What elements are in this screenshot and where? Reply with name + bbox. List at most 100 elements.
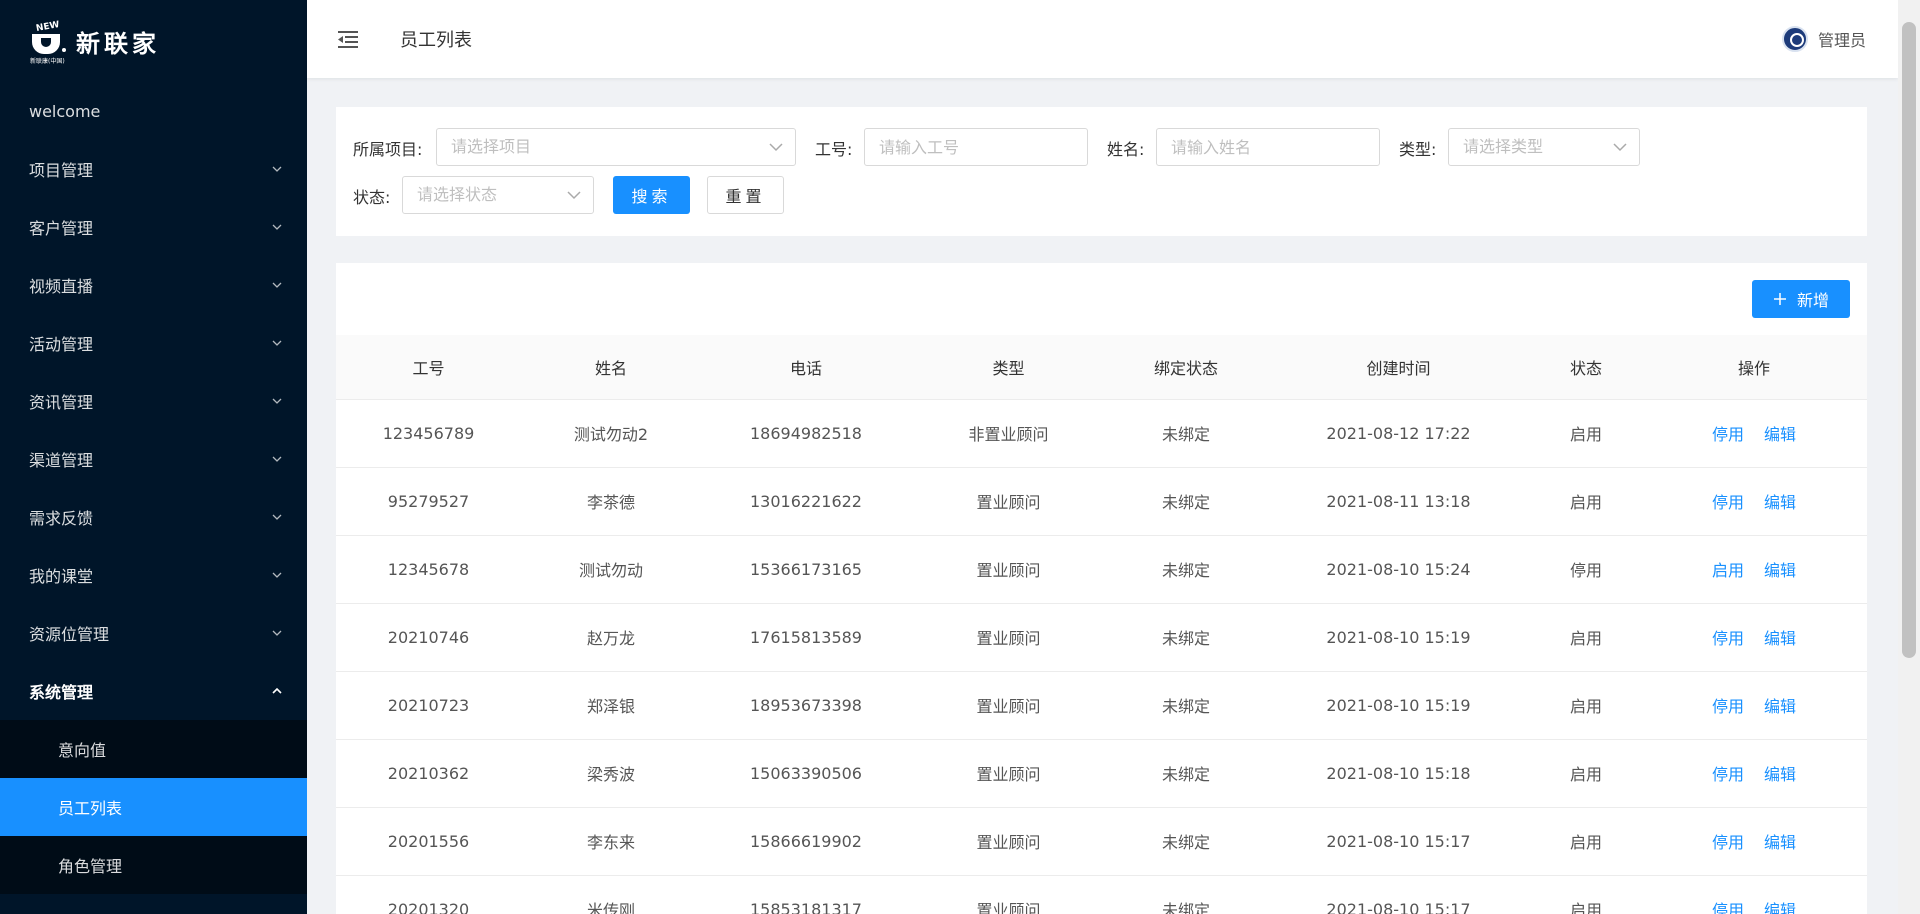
submenu-item-0[interactable]: 意向值 — [0, 720, 307, 778]
chevron-down-icon — [567, 190, 581, 200]
toggle-status-link[interactable]: 启用 — [1712, 561, 1744, 580]
cell-id: 123456789 — [336, 399, 521, 468]
edit-link[interactable]: 编辑 — [1764, 425, 1796, 444]
column-header: 操作 — [1641, 335, 1867, 400]
menu-fold-icon[interactable] — [336, 27, 360, 51]
cell-created: 2021-08-10 15:18 — [1266, 739, 1531, 808]
sidebar: NEW 新联康(中国) 新联家 welcome 项目管理客户管理 视频直播活动管理资… — [0, 0, 307, 914]
sidebar-item-3[interactable]: 视频直播 — [0, 256, 307, 314]
search-button[interactable]: 搜索 — [613, 176, 690, 214]
scrollbar[interactable] — [1898, 0, 1920, 914]
sidebar-item-system[interactable]: 系统管理 — [0, 662, 307, 720]
cell-phone: 18953673398 — [701, 671, 911, 740]
project-select[interactable]: 请选择项目 — [436, 128, 796, 166]
cell-status: 启用 — [1531, 467, 1641, 536]
table-row: 20201320 米传刚 15853181317 置业顾问 未绑定 2021-08-10 … — [336, 875, 1867, 914]
edit-link[interactable]: 编辑 — [1764, 765, 1796, 784]
submenu-item-2[interactable]: 角色管理 — [0, 836, 307, 894]
cell-name: 测试勿动 — [521, 535, 701, 604]
status-placeholder: 请选择状态 — [417, 185, 498, 204]
sidebar-item-5[interactable]: 资讯管理 — [0, 372, 307, 430]
sidebar-item-9[interactable]: 资源位管理 — [0, 604, 307, 662]
sidebar-item-2[interactable]: 客户管理 — [0, 198, 307, 256]
toggle-status-link[interactable]: 停用 — [1712, 901, 1744, 914]
name-label: 姓名: — [1107, 140, 1145, 159]
sidebar-item-1[interactable]: 项目管理 — [0, 140, 307, 198]
edit-link[interactable]: 编辑 — [1764, 833, 1796, 852]
cell-actions: 停用 编辑 — [1641, 739, 1867, 808]
cell-bind: 未绑定 — [1106, 671, 1266, 740]
cell-actions: 停用 编辑 — [1641, 875, 1867, 914]
logo-text: 新联家 — [76, 29, 160, 58]
toggle-status-link[interactable]: 停用 — [1712, 629, 1744, 648]
cell-id: 20210723 — [336, 671, 521, 740]
cell-status: 启用 — [1531, 399, 1641, 468]
cell-id: 95279527 — [336, 467, 521, 536]
sidebar-item-0[interactable]: welcome — [0, 82, 307, 140]
column-header: 类型 — [911, 335, 1106, 400]
toggle-status-link[interactable]: 停用 — [1712, 833, 1744, 852]
toggle-status-link[interactable]: 停用 — [1712, 765, 1744, 784]
table-body: 123456789 测试勿动2 18694982518 非置业顾问 未绑定 2021-08… — [336, 399, 1867, 914]
plus-icon — [1773, 293, 1786, 305]
table-header: 工号 姓名 电话 类型 绑定状态 创建时间 状态 操作 — [336, 335, 1867, 400]
table-row: 12345678 测试勿动 15366173165 置业顾问 未绑定 2021-08-10… — [336, 535, 1867, 604]
scrollbar-thumb[interactable] — [1902, 22, 1916, 658]
cell-created: 2021-08-10 15:24 — [1266, 535, 1531, 604]
cell-type: 置业顾问 — [911, 535, 1106, 604]
chevron-down-icon — [271, 569, 283, 581]
status-select[interactable]: 请选择状态 — [402, 176, 594, 214]
sidebar-item-label: 活动管理 — [29, 335, 94, 354]
chevron-down-icon — [271, 395, 283, 407]
chevron-down-icon — [271, 337, 283, 349]
sidebar-item-8[interactable]: 我的课堂 — [0, 546, 307, 604]
toggle-status-link[interactable]: 停用 — [1712, 697, 1744, 716]
cell-actions: 停用 编辑 — [1641, 603, 1867, 672]
cell-status: 停用 — [1531, 535, 1641, 604]
edit-link[interactable]: 编辑 — [1764, 493, 1796, 512]
sidebar-item-label: 需求反馈 — [29, 509, 94, 528]
table-row: 20210362 梁秀波 15063390506 置业顾问 未绑定 2021-08-10 … — [336, 739, 1867, 808]
sidebar-item-7[interactable]: 需求反馈 — [0, 488, 307, 546]
table-row: 123456789 测试勿动2 18694982518 非置业顾问 未绑定 2021-08… — [336, 399, 1867, 468]
user-menu[interactable]: 管理员 — [1781, 26, 1866, 52]
name-input[interactable] — [1156, 128, 1380, 166]
logo[interactable]: NEW 新联康(中国) 新联家 — [0, 0, 307, 82]
reset-button[interactable]: 重置 — [707, 176, 784, 214]
logo-badge: NEW — [35, 20, 61, 34]
edit-link[interactable]: 编辑 — [1764, 629, 1796, 648]
cell-name: 测试勿动2 — [521, 399, 701, 468]
column-header: 工号 — [336, 335, 521, 400]
cell-type: 置业顾问 — [911, 603, 1106, 672]
job-number-input[interactable] — [864, 128, 1088, 166]
submenu-item-1[interactable]: 员工列表 — [0, 778, 307, 836]
type-placeholder: 请选择类型 — [1463, 137, 1544, 156]
add-button[interactable]: 新增 — [1752, 280, 1850, 318]
chevron-down-icon — [1613, 142, 1627, 152]
toggle-status-link[interactable]: 停用 — [1712, 493, 1744, 512]
type-label: 类型: — [1399, 140, 1437, 159]
project-placeholder: 请选择项目 — [451, 137, 532, 156]
cell-phone: 15853181317 — [701, 875, 911, 914]
sidebar-item-label: 资讯管理 — [29, 393, 94, 412]
edit-link[interactable]: 编辑 — [1764, 901, 1796, 914]
edit-link[interactable]: 编辑 — [1764, 561, 1796, 580]
cell-type: 置业顾问 — [911, 807, 1106, 876]
type-select[interactable]: 请选择类型 — [1448, 128, 1640, 166]
toggle-status-link[interactable]: 停用 — [1712, 425, 1744, 444]
sidebar-item-6[interactable]: 渠道管理 — [0, 430, 307, 488]
column-header: 创建时间 — [1266, 335, 1531, 400]
filter-panel: 所属项目: 请选择项目 工号: 姓名: 类型: 请选择类型 状态: 请选择状态 … — [336, 107, 1867, 236]
sidebar-item-label: 系统管理 — [29, 683, 94, 702]
cell-phone: 18694982518 — [701, 399, 911, 468]
cell-name: 李茶德 — [521, 467, 701, 536]
edit-link[interactable]: 编辑 — [1764, 697, 1796, 716]
cell-id: 20201320 — [336, 875, 521, 914]
sidebar-item-4[interactable]: 活动管理 — [0, 314, 307, 372]
cell-bind: 未绑定 — [1106, 875, 1266, 914]
cell-created: 2021-08-10 15:17 — [1266, 875, 1531, 914]
sidebar-item-label: 项目管理 — [29, 161, 94, 180]
cell-actions: 停用 编辑 — [1641, 671, 1867, 740]
cell-bind: 未绑定 — [1106, 603, 1266, 672]
chevron-down-icon — [769, 142, 783, 152]
